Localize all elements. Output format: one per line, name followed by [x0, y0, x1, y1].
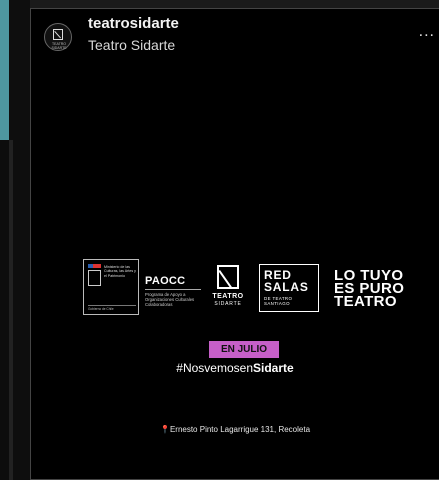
red-salas-line3: DE TEATRO SANTIAGO: [264, 296, 293, 306]
crest-icon: [88, 270, 101, 286]
address-line: 📍Ernesto Pinto Lagarrigue 131, Recoleta: [31, 425, 439, 434]
avatar[interactable]: TEATRO SIDARTE: [44, 23, 72, 51]
teatro-logo-icon: [53, 29, 63, 40]
teatro-logo-sub: SIDARTE: [214, 301, 242, 307]
background-divider: [9, 140, 13, 480]
avatar-caption: TEATRO SIDARTE: [51, 42, 67, 50]
more-options-icon[interactable]: ...: [419, 23, 435, 41]
background-left-panel: [0, 0, 30, 480]
date-badge: EN JULIO: [209, 341, 279, 358]
red-salas-line2: SALAS: [264, 280, 309, 294]
ministry-logo: Ministerio de las Culturas, las Artes y …: [83, 259, 139, 315]
hashtag-prefix: #Nosvemosen: [176, 361, 254, 375]
teatro-sidarte-logo-icon: [217, 265, 239, 289]
ministry-text: Ministerio de las Culturas, las Artes y …: [104, 265, 136, 278]
map-pin-icon: 📍: [159, 425, 170, 434]
full-name: Teatro Sidarte: [88, 37, 176, 53]
background-accent: [0, 0, 9, 140]
paocc-title: PAOCC: [145, 275, 186, 287]
teatro-logo-word: TEATRO: [212, 293, 244, 300]
sponsor-logos: Ministerio de las Culturas, las Artes y …: [31, 249, 439, 319]
instagram-post: TEATRO SIDARTE teatrosidarte Teatro Sida…: [30, 8, 439, 480]
username[interactable]: teatrosidarte: [88, 15, 179, 32]
hashtag-text: #NosvemosenSidarte: [31, 361, 439, 375]
post-header: TEATRO SIDARTE teatrosidarte Teatro Sida…: [31, 9, 439, 63]
ministry-footer: Gobierno de Chile: [88, 305, 136, 311]
flag-icon: [88, 264, 101, 268]
hashtag-bold: Sidarte: [253, 361, 294, 375]
paocc-subtitle: Programa de Apoyo a Organizaciones Cultu…: [145, 292, 195, 307]
paocc-divider: [145, 289, 201, 290]
lo-tuyo-logo: LO TUYO ES PURO TEATRO: [334, 268, 414, 309]
red-salas-logo: RED SALAS DE TEATRO SANTIAGO: [259, 264, 319, 312]
address-text: Ernesto Pinto Lagarrigue 131, Recoleta: [169, 425, 311, 434]
